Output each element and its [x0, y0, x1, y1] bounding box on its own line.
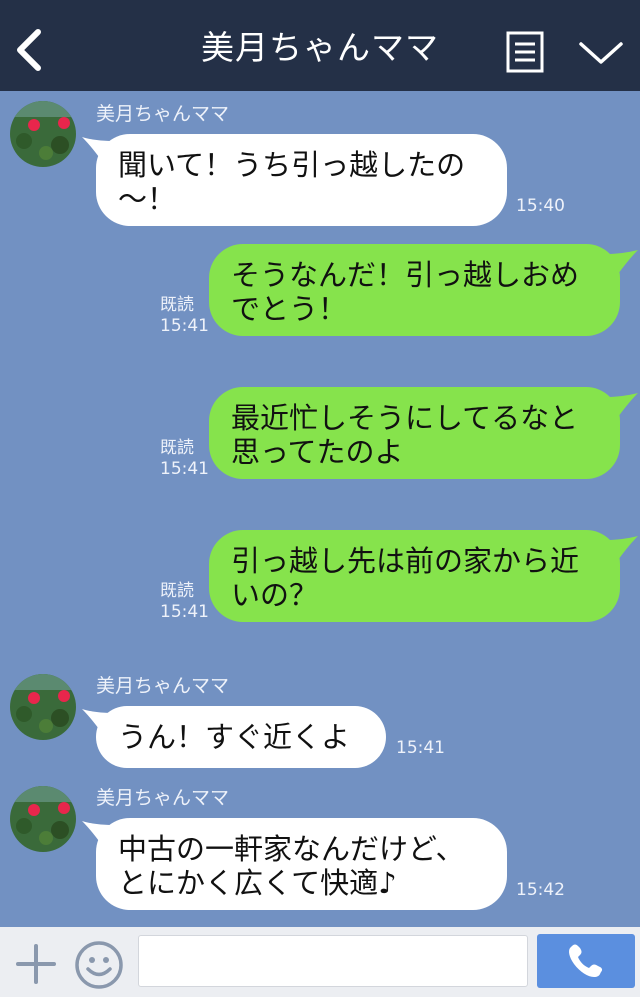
avatar-flower-image: [10, 786, 76, 852]
avatar-flower-image: [10, 674, 76, 740]
read-receipt: 既読: [160, 581, 194, 601]
phone-icon: [569, 944, 603, 977]
menu-list-icon[interactable]: [506, 31, 544, 73]
message-input[interactable]: [138, 935, 528, 987]
bubble-tail: [606, 250, 638, 274]
smile-icon[interactable]: [74, 940, 124, 990]
message-time: 15:42: [516, 880, 565, 900]
message-time: 15:41: [160, 602, 209, 622]
chevron-down-icon[interactable]: [578, 38, 624, 68]
message-list[interactable]: 美月ちゃんママ 聞いて！うち引っ越したの 〜！ 15:40 そうなんだ！引っ越し…: [0, 91, 640, 927]
avatar[interactable]: [10, 674, 76, 740]
message-bubble-outgoing[interactable]: そうなんだ！引っ越しおめ でとう！: [209, 244, 620, 336]
sender-name: 美月ちゃんママ: [96, 675, 230, 697]
avatar[interactable]: [10, 786, 76, 852]
message-time: 15:41: [160, 316, 209, 336]
avatar-flower-image: [10, 101, 76, 167]
avatar[interactable]: [10, 101, 76, 167]
message-time: 15:41: [160, 459, 209, 479]
message-time: 15:40: [516, 196, 565, 216]
chat-header: 美月ちゃんママ: [0, 0, 640, 91]
chat-title: 美月ちゃんママ: [201, 28, 439, 67]
sender-name: 美月ちゃんママ: [96, 787, 230, 809]
message-bubble-incoming[interactable]: 聞いて！うち引っ越したの 〜！: [96, 134, 507, 226]
call-button[interactable]: [537, 934, 635, 988]
plus-icon[interactable]: [14, 942, 58, 986]
bubble-tail: [606, 393, 638, 417]
message-bubble-incoming[interactable]: 中古の一軒家なんだけど、 とにかく広くて快適♪: [96, 818, 507, 910]
back-arrow-icon[interactable]: [14, 28, 46, 72]
message-bubble-outgoing[interactable]: 最近忙しそうにしてるなと 思ってたのよ: [209, 387, 620, 479]
bubble-tail: [606, 536, 638, 560]
read-receipt: 既読: [160, 295, 194, 315]
sender-name: 美月ちゃんママ: [96, 103, 230, 125]
message-time: 15:41: [396, 738, 445, 758]
message-bubble-incoming[interactable]: うん！すぐ近くよ: [96, 706, 386, 768]
read-receipt: 既読: [160, 438, 194, 458]
message-composer: [0, 927, 640, 997]
message-bubble-outgoing[interactable]: 引っ越し先は前の家から近 いの？: [209, 530, 620, 622]
